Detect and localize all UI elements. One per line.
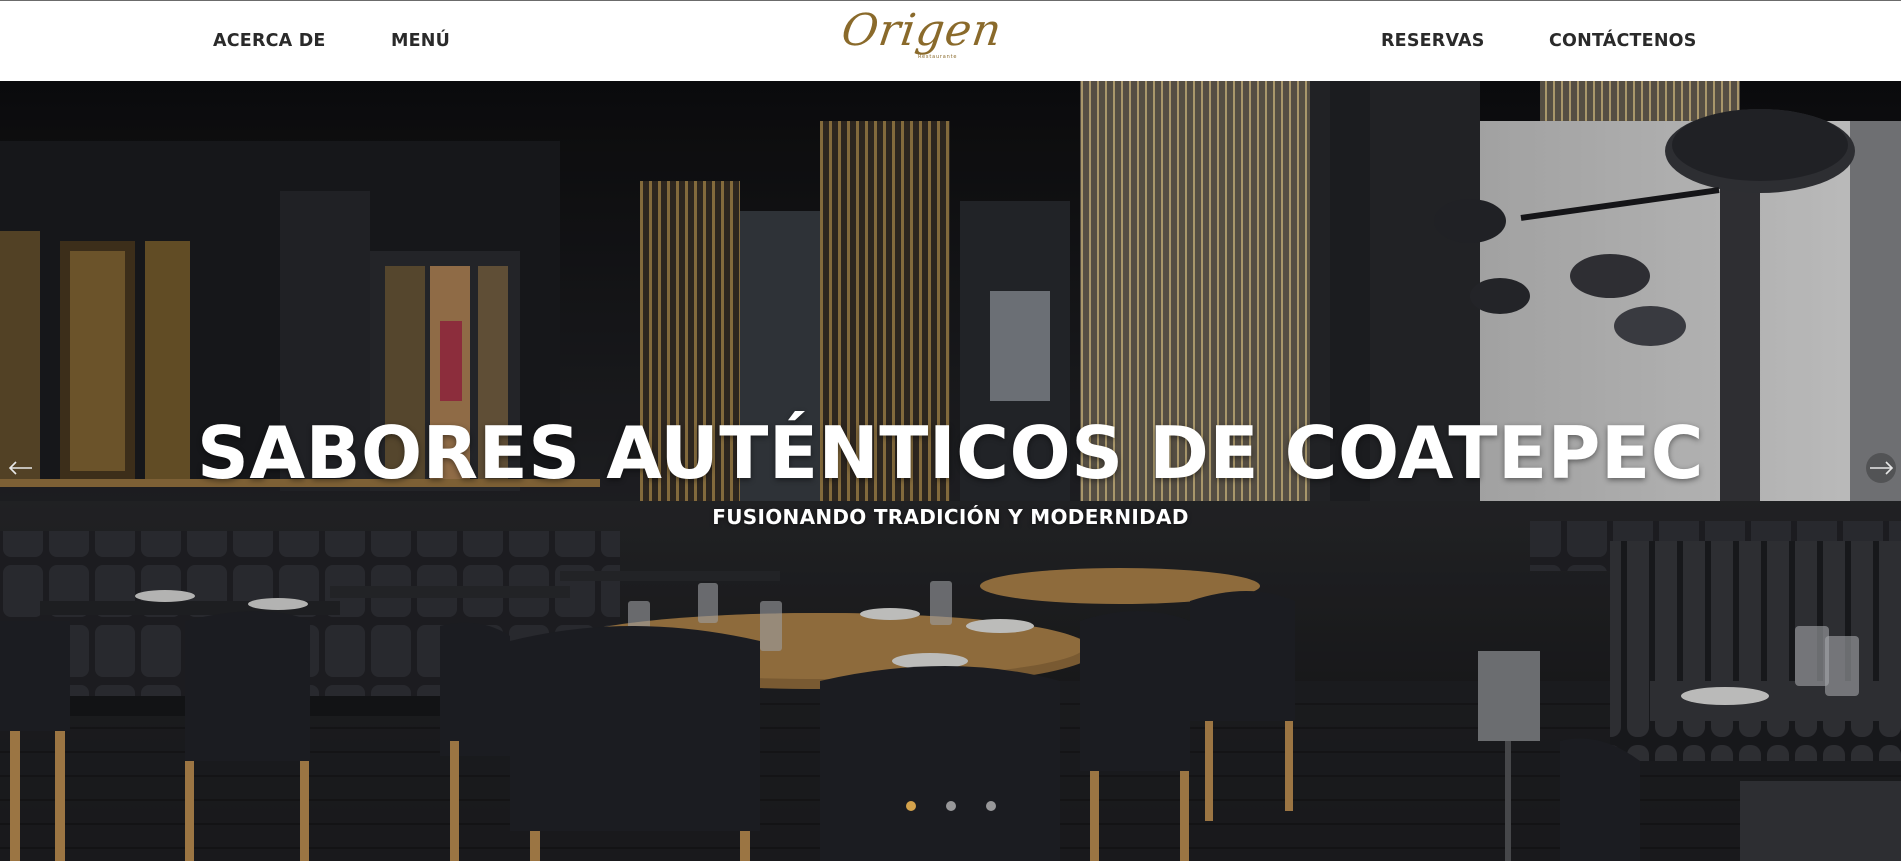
arrow-left-icon [8,461,32,475]
carousel-dot-1[interactable] [906,801,916,811]
carousel-next-button[interactable] [1864,451,1898,485]
logo-subtitle: Restaurante [918,54,958,60]
logo-wordmark: Origen [838,5,1006,56]
origen-logo[interactable]: Origen Restaurante [838,5,1005,75]
carousel-indicators [904,801,1004,815]
hero-carousel: SABORES AUTÉNTICOS DE COATEPEC FUSIONAND… [0,81,1901,861]
nav-link-acerca-de[interactable]: ACERCA DE [213,31,326,51]
nav-link-reservas[interactable]: RESERVAS [1381,31,1485,51]
nav-link-menu[interactable]: MENÚ [391,31,450,51]
hero-title: SABORES AUTÉNTICOS DE COATEPEC [197,411,1704,495]
nav-link-contactenos[interactable]: CONTÁCTENOS [1549,31,1697,51]
carousel-dot-3[interactable] [986,801,996,811]
top-navigation-bar: ACERCA DE MENÚ Origen Restaurante RESERV… [0,0,1901,81]
arrow-right-icon [1866,453,1896,483]
hero-subtitle: FUSIONANDO TRADICIÓN Y MODERNIDAD [712,505,1189,529]
carousel-prev-button[interactable] [4,451,38,485]
carousel-dot-2[interactable] [946,801,956,811]
